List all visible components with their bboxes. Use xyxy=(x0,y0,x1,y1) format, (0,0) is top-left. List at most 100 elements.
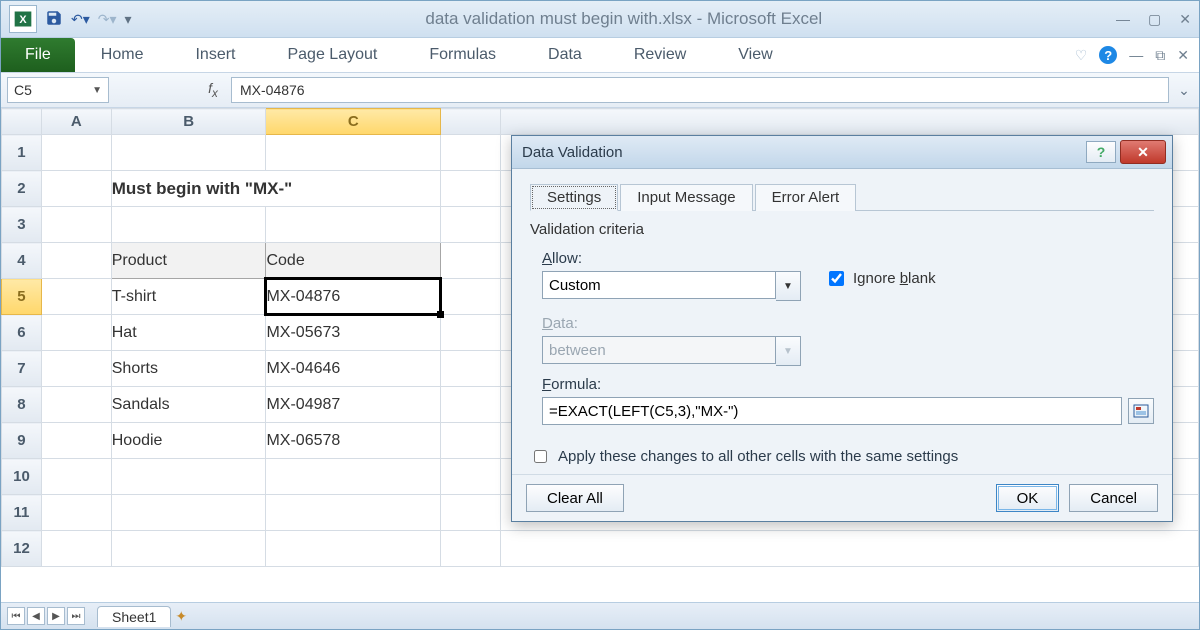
apply-all-checkbox[interactable] xyxy=(534,450,547,463)
undo-icon[interactable]: ↶▾ xyxy=(71,11,90,28)
ignore-blank-row[interactable]: Ignore blank xyxy=(825,268,936,289)
formula-field[interactable] xyxy=(542,397,1122,425)
cell[interactable]: Sandals xyxy=(111,387,266,423)
row-header[interactable]: 9 xyxy=(2,423,42,459)
tab-review[interactable]: Review xyxy=(608,38,712,72)
ribbon: File Home Insert Page Layout Formulas Da… xyxy=(1,38,1199,73)
row-header[interactable]: 7 xyxy=(2,351,42,387)
ignore-blank-label: Ignore blank xyxy=(853,270,936,287)
formula-bar: C5 ▼ fx MX-04876 ⌄ xyxy=(1,73,1199,108)
tab-formulas[interactable]: Formulas xyxy=(403,38,522,72)
cell[interactable]: Shorts xyxy=(111,351,266,387)
sheet-title: Must begin with "MX-" xyxy=(111,171,440,207)
allow-combo[interactable]: ▼ xyxy=(542,271,801,301)
cell[interactable]: MX-04987 xyxy=(266,387,441,423)
cell[interactable]: Hoodie xyxy=(111,423,266,459)
name-box-value: C5 xyxy=(14,82,32,98)
formula-input[interactable]: MX-04876 xyxy=(231,77,1169,103)
col-header[interactable] xyxy=(441,109,501,135)
row-header[interactable]: 12 xyxy=(2,531,42,567)
tab-page-layout[interactable]: Page Layout xyxy=(261,38,403,72)
allow-dropdown-icon[interactable]: ▼ xyxy=(776,271,801,301)
row-header[interactable]: 6 xyxy=(2,315,42,351)
name-box-dropdown-icon[interactable]: ▼ xyxy=(92,85,102,96)
help-icon[interactable]: ? xyxy=(1099,46,1117,64)
row-header[interactable]: 8 xyxy=(2,387,42,423)
redo-icon[interactable]: ↷▾ xyxy=(98,11,117,28)
row-header[interactable]: 2 xyxy=(2,171,42,207)
cell[interactable]: MX-06578 xyxy=(266,423,441,459)
cell[interactable]: Hat xyxy=(111,315,266,351)
formula-value: MX-04876 xyxy=(240,82,305,98)
table-header: Product xyxy=(111,243,266,279)
cell[interactable]: T-shirt xyxy=(111,279,266,315)
row-header[interactable]: 4 xyxy=(2,243,42,279)
tab-nav-last-icon[interactable]: ⏭ xyxy=(67,607,85,625)
col-header[interactable] xyxy=(500,109,1198,135)
cell[interactable]: MX-05673 xyxy=(266,315,441,351)
tab-view[interactable]: View xyxy=(712,38,798,72)
tab-nav-next-icon[interactable]: ▶ xyxy=(47,607,65,625)
tab-insert[interactable]: Insert xyxy=(169,38,261,72)
clear-all-button[interactable]: Clear All xyxy=(526,484,624,512)
data-dropdown-icon: ▼ xyxy=(776,336,801,366)
sheet-tab[interactable]: Sheet1 xyxy=(97,606,171,627)
formula-label-text: ormula: xyxy=(551,376,601,393)
data-label: Data: xyxy=(542,315,1154,332)
apply-all-row[interactable]: Apply these changes to all other cells w… xyxy=(530,447,1154,466)
range-picker-icon[interactable] xyxy=(1128,398,1154,424)
ok-button[interactable]: OK xyxy=(996,484,1060,512)
maximize-icon[interactable]: ▢ xyxy=(1148,11,1161,28)
col-header[interactable]: B xyxy=(111,109,266,135)
ribbon-min-icon[interactable]: — xyxy=(1129,47,1143,63)
row-header[interactable]: 1 xyxy=(2,135,42,171)
dialog-help-icon[interactable]: ? xyxy=(1086,141,1116,163)
data-label-text: ata: xyxy=(553,315,578,332)
apply-all-label: Apply these changes to all other cells w… xyxy=(558,448,958,465)
new-sheet-icon[interactable]: ✦ xyxy=(175,608,187,625)
row-header[interactable]: 5 xyxy=(2,279,42,315)
allow-input[interactable] xyxy=(542,271,776,299)
tab-home[interactable]: Home xyxy=(75,38,170,72)
quick-access-toolbar: X ↶▾ ↷▾ ▾ data validation must begin wit… xyxy=(1,1,1199,38)
qat-dropdown-icon[interactable]: ▾ xyxy=(125,11,132,28)
select-all-corner[interactable] xyxy=(2,109,42,135)
dialog-title: Data Validation xyxy=(522,144,623,161)
criteria-label: Validation criteria xyxy=(530,221,1154,238)
table-header: Code xyxy=(266,243,441,279)
ribbon-restore-icon[interactable]: ⧉ xyxy=(1155,47,1165,64)
formula-expand-icon[interactable]: ⌄ xyxy=(1175,82,1193,99)
dialog-close-icon[interactable]: ✕ xyxy=(1120,140,1166,164)
ribbon-close-icon[interactable]: ✕ xyxy=(1177,47,1189,64)
excel-icon[interactable]: X xyxy=(9,5,37,33)
data-validation-dialog: Data Validation ? ✕ Settings Input Messa… xyxy=(511,135,1173,522)
svg-text:X: X xyxy=(19,14,27,26)
tab-nav-first-icon[interactable]: ⏮ xyxy=(7,607,25,625)
tab-nav-prev-icon[interactable]: ◀ xyxy=(27,607,45,625)
row-header[interactable]: 10 xyxy=(2,459,42,495)
tab-file[interactable]: File xyxy=(1,38,75,72)
close-icon[interactable]: ✕ xyxy=(1179,11,1191,28)
heart-icon[interactable]: ♡ xyxy=(1075,47,1088,64)
fx-icon[interactable]: fx xyxy=(201,80,225,100)
col-header[interactable]: A xyxy=(41,109,111,135)
data-combo: ▼ xyxy=(542,336,1154,366)
cancel-button[interactable]: Cancel xyxy=(1069,484,1158,512)
tab-input-message[interactable]: Input Message xyxy=(620,184,752,211)
tab-data[interactable]: Data xyxy=(522,38,608,72)
save-icon[interactable] xyxy=(45,9,63,30)
data-input xyxy=(542,336,776,364)
dialog-tabstrip: Settings Input Message Error Alert xyxy=(530,183,1154,211)
tab-settings[interactable]: Settings xyxy=(530,184,618,211)
col-header[interactable]: C xyxy=(266,109,441,135)
active-cell[interactable]: MX-04876 xyxy=(266,279,441,315)
dialog-titlebar[interactable]: Data Validation ? ✕ xyxy=(512,136,1172,169)
dialog-footer: Clear All OK Cancel xyxy=(512,474,1172,521)
ignore-blank-checkbox[interactable] xyxy=(829,271,844,286)
row-header[interactable]: 3 xyxy=(2,207,42,243)
tab-error-alert[interactable]: Error Alert xyxy=(755,184,857,211)
cell[interactable]: MX-04646 xyxy=(266,351,441,387)
minimize-icon[interactable]: — xyxy=(1116,11,1130,28)
name-box[interactable]: C5 ▼ xyxy=(7,77,109,103)
row-header[interactable]: 11 xyxy=(2,495,42,531)
